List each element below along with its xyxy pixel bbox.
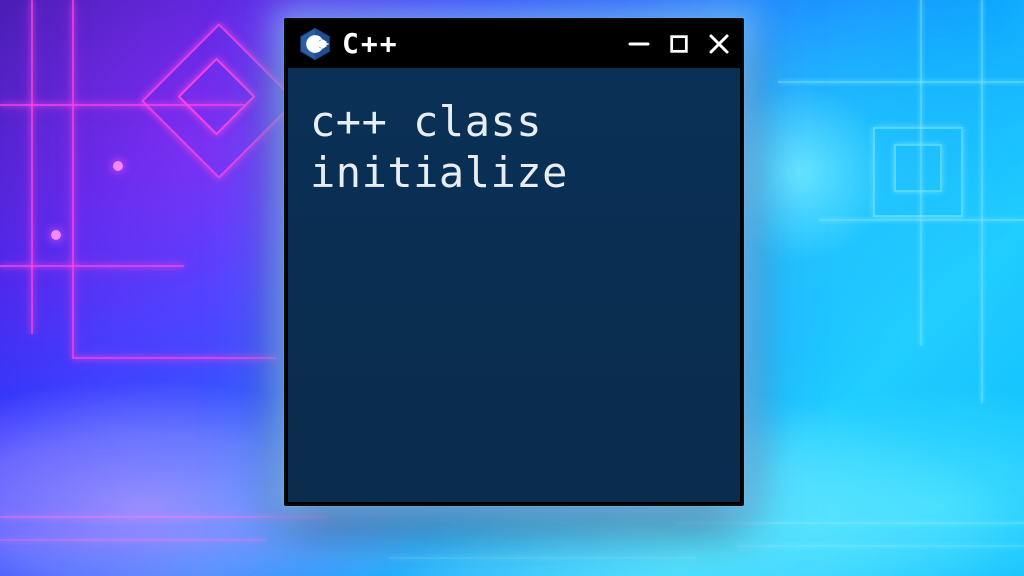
titlebar[interactable]: C++ <box>286 20 742 68</box>
close-icon <box>707 32 731 56</box>
cpp-logo-icon <box>298 27 332 61</box>
minimize-button[interactable] <box>626 31 652 57</box>
window-controls <box>626 31 732 57</box>
maximize-button[interactable] <box>666 31 692 57</box>
terminal-content-area[interactable]: c++ class initialize <box>288 68 740 502</box>
window-title: C++ <box>342 30 399 58</box>
maximize-icon <box>668 33 690 55</box>
close-button[interactable] <box>706 31 732 57</box>
minimize-icon <box>627 32 651 56</box>
terminal-window: C++ c++ class initialize <box>284 18 744 506</box>
terminal-text: c++ class initialize <box>310 96 718 198</box>
